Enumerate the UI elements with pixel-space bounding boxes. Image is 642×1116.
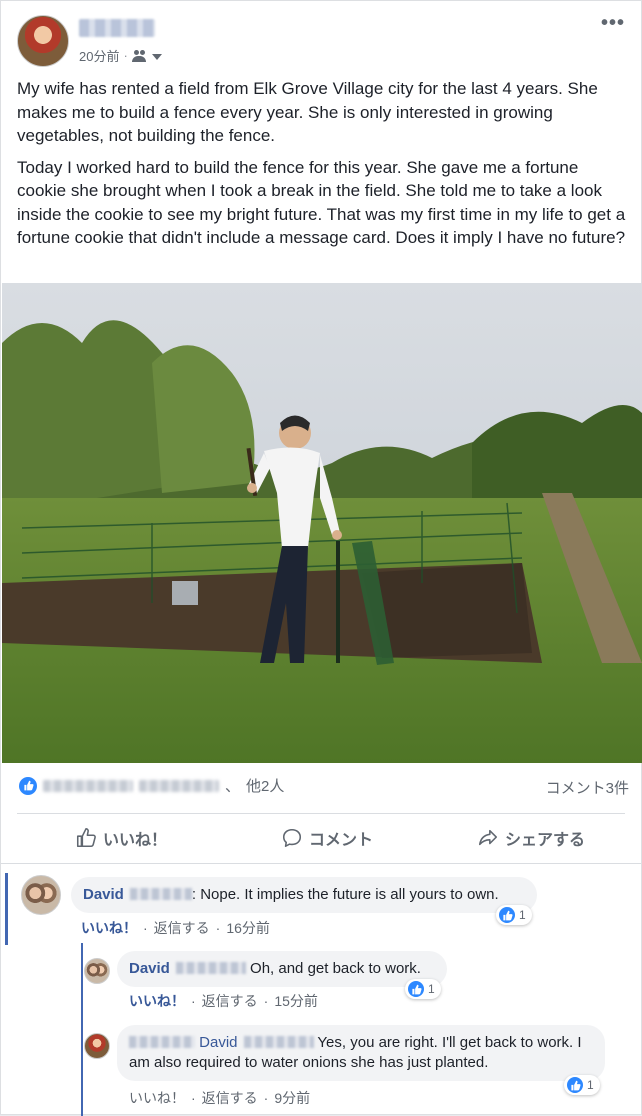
share-button[interactable]: シェアする (477, 823, 585, 853)
audience-icon[interactable] (131, 49, 148, 62)
dot-separator: · (143, 920, 148, 936)
comment-like-link[interactable]: いいね！ (81, 918, 137, 938)
reply-bubble: David Oh, and get back to work. (117, 951, 447, 987)
reply-like-link[interactable]: いいね！ (129, 1088, 185, 1108)
like-reaction-icon (19, 776, 37, 795)
dot-separator: · (191, 1090, 196, 1106)
reply-avatar[interactable] (84, 1033, 110, 1059)
reply-mention[interactable]: David (199, 1034, 237, 1051)
post-meta: 20分前 · (79, 46, 162, 65)
meta-separator: · (123, 48, 128, 63)
comment-bubble: David : Nope. It implies the future is al… (71, 877, 537, 913)
like-button[interactable]: いいね！ (75, 823, 167, 853)
reply-reply-link[interactable]: 返信する (202, 991, 258, 1011)
garden-photo-illustration (2, 283, 642, 763)
comments-section: David : Nope. It implies the future is al… (1, 863, 641, 1116)
reply-avatar[interactable] (84, 958, 110, 984)
poster-avatar[interactable] (17, 15, 69, 67)
poster-name-redacted[interactable] (79, 19, 155, 37)
caret-down-icon[interactable] (151, 53, 162, 60)
comment-text: : Nope. It implies the future is all you… (191, 886, 499, 903)
comment-count[interactable]: コメント3件 (546, 777, 629, 798)
like-button-label: いいね！ (103, 832, 168, 849)
comment-time[interactable]: 16分前 (226, 918, 270, 938)
reactions-summary[interactable]: 、 他2人 (19, 775, 284, 796)
reply-time[interactable]: 9分前 (274, 1088, 310, 1108)
share-icon (478, 829, 498, 846)
comment-actions: いいね！ · 返信する · 16分前 (81, 918, 270, 938)
reply-author-surname-redacted (175, 962, 246, 974)
reply-text: Oh, and get back to work. (245, 960, 421, 977)
post-card: 20分前 · ••• My wife has rented a field fr… (0, 0, 642, 1116)
thread-indicator (5, 873, 8, 945)
dot-separator: · (215, 920, 221, 936)
reaction-count: 1 (428, 982, 435, 996)
reply-reply-link[interactable]: 返信する (202, 1088, 258, 1108)
comment-avatar[interactable] (21, 875, 61, 915)
comment-icon (282, 828, 302, 848)
reply-text: Yes, you are right. I'll get back to wor… (129, 1034, 582, 1071)
reply-author-redacted[interactable] (129, 1036, 195, 1048)
reaction-count: 1 (587, 1078, 594, 1092)
comment-author[interactable]: David (83, 886, 124, 903)
post-paragraph: My wife has rented a field from Elk Grov… (17, 79, 598, 145)
reply-actions: いいね！ · 返信する · 9分前 (129, 1088, 310, 1108)
post-timestamp[interactable]: 20分前 (79, 46, 119, 65)
like-reaction-icon (567, 1077, 583, 1093)
share-button-label: シェアする (505, 832, 586, 849)
comment-button-label: コメント (309, 832, 374, 849)
comment-author-surname-redacted (129, 888, 192, 900)
reply-reaction-count[interactable]: 1 (405, 979, 441, 999)
reactor-names-redacted (43, 779, 133, 792)
reactor-names-redacted (139, 779, 219, 792)
reply-actions: いいね！ · 返信する · 15分前 (129, 991, 318, 1011)
reply-bubble: David Yes, you are right. I'll get back … (117, 1025, 605, 1081)
reply-like-link[interactable]: いいね！ (129, 991, 185, 1011)
reply-author[interactable]: David (129, 960, 170, 977)
dot-separator: · (263, 1090, 269, 1106)
like-icon (76, 828, 96, 848)
post-body: My wife has rented a field from Elk Grov… (17, 77, 629, 258)
mention-surname-redacted (243, 1036, 314, 1048)
dot-separator: · (263, 993, 269, 1009)
post-photo[interactable] (2, 283, 642, 763)
like-reaction-icon (408, 981, 424, 997)
divider (17, 813, 625, 814)
reply-reaction-count[interactable]: 1 (564, 1075, 600, 1095)
dot-separator: · (191, 993, 196, 1009)
reaction-count: 1 (519, 908, 526, 922)
like-reaction-icon (499, 907, 515, 923)
reactions-separator: 、 (225, 778, 241, 795)
reply-time[interactable]: 15分前 (274, 991, 318, 1011)
post-paragraph: Today I worked hard to build the fence f… (17, 157, 626, 248)
comment-button[interactable]: コメント (281, 823, 373, 853)
reactions-others[interactable]: 他2人 (246, 775, 284, 796)
comment-reply-link[interactable]: 返信する (154, 918, 210, 938)
comment-reaction-count[interactable]: 1 (496, 905, 532, 925)
more-icon[interactable]: ••• (601, 13, 625, 33)
reply-thread-indicator (81, 943, 83, 1116)
